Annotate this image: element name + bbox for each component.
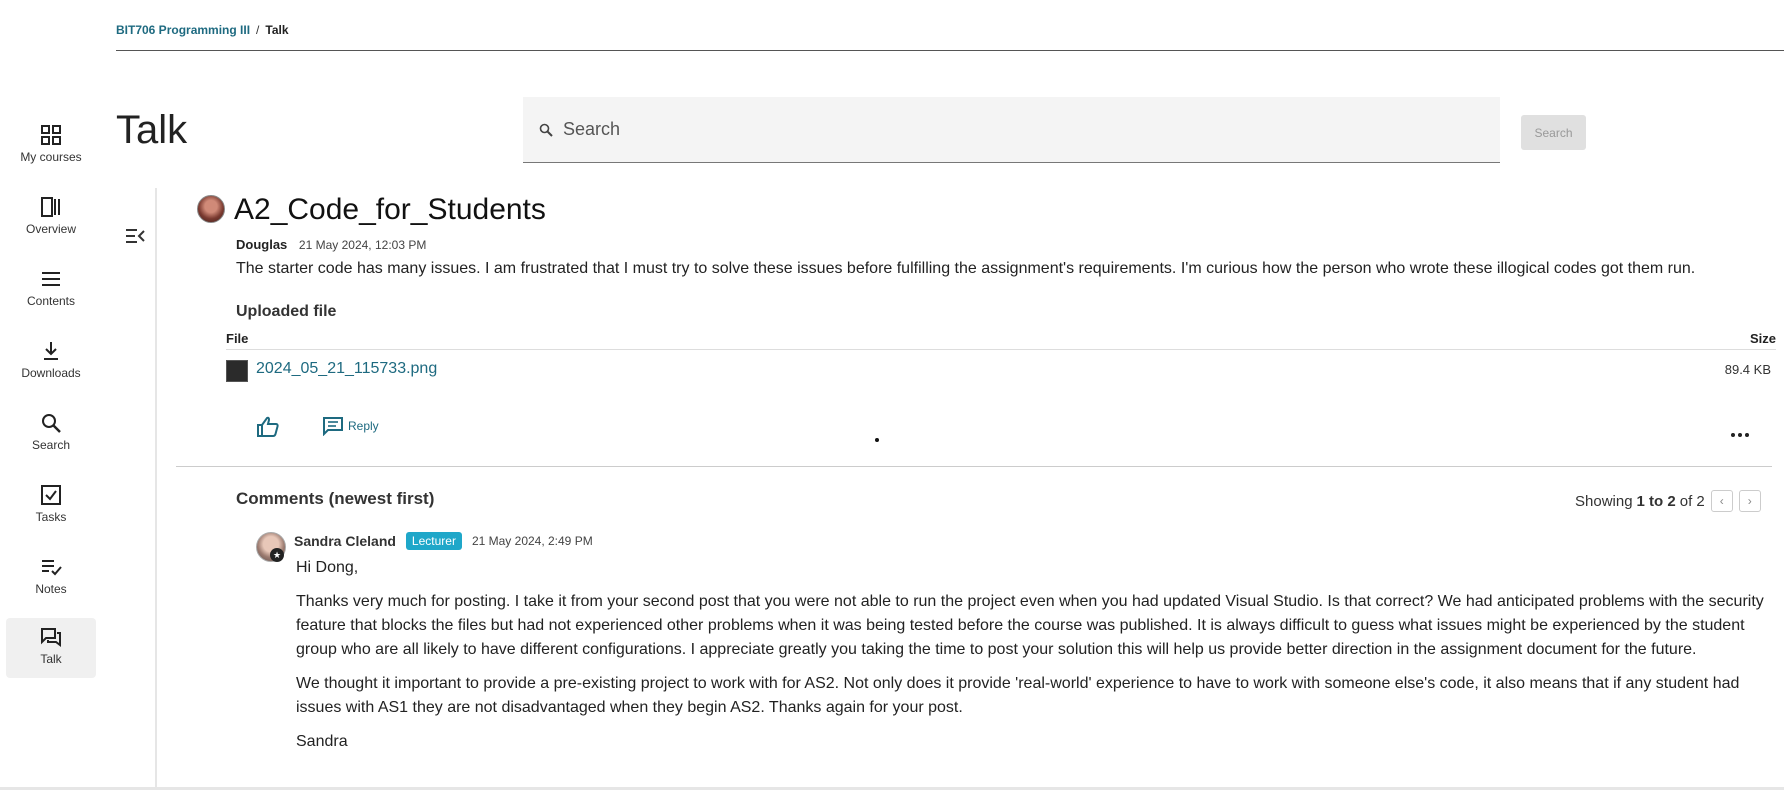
- breadcrumb-course-link[interactable]: BIT706 Programming III: [116, 23, 250, 37]
- overview-icon: [41, 197, 60, 217]
- search-icon: [42, 414, 61, 433]
- panel-toggle-icon[interactable]: [125, 228, 145, 249]
- comment-paragraph: Hi Dong,: [296, 559, 359, 576]
- breadcrumb-separator: /: [256, 23, 260, 37]
- file-link[interactable]: 2024_05_21_115733.png: [256, 360, 437, 378]
- chat-icon: [41, 628, 61, 647]
- file-column-header: File: [226, 331, 249, 346]
- paging-prefix: Showing: [1575, 492, 1633, 510]
- uploaded-file-heading: Uploaded file: [236, 303, 337, 320]
- paging-suffix: of 2: [1679, 492, 1705, 510]
- comment-meta: Sandra Cleland Lecturer 21 May 2024, 2:4…: [294, 532, 593, 550]
- next-page-button[interactable]: ›: [1738, 490, 1761, 512]
- notes-icon: [42, 560, 62, 576]
- paging-range: 1 to 2: [1636, 492, 1676, 510]
- sidebar-item-label: My courses: [20, 150, 82, 164]
- post-body: The starter code has many issues. I am f…: [236, 260, 1696, 277]
- sidebar-item-label: Downloads: [21, 366, 81, 380]
- like-button[interactable]: [256, 415, 280, 444]
- avatar: [197, 195, 225, 223]
- header-divider: [116, 50, 1784, 51]
- sidebar-item-talk[interactable]: Talk: [6, 618, 96, 678]
- file-table-header: File Size: [226, 331, 1776, 350]
- prev-page-button[interactable]: ‹: [1710, 490, 1733, 512]
- search-button[interactable]: Search: [1521, 115, 1586, 150]
- comment-paragraph: Sandra: [296, 733, 348, 750]
- sidebar-item-label: Talk: [40, 652, 62, 666]
- sidebar-item-search[interactable]: Search: [6, 404, 96, 464]
- comments-pagination: Showing 1 to 2 of 2 ‹ ›: [1575, 490, 1761, 512]
- sidebar-item-label: Notes: [35, 582, 67, 596]
- comment-paragraph: We thought it important to provide a pre…: [296, 675, 1740, 716]
- sidebar-item-my-courses[interactable]: My courses: [6, 116, 96, 176]
- comment-body: Hi Dong, Thanks very much for posting. I…: [296, 556, 1766, 764]
- sidebar-item-label: Tasks: [35, 510, 67, 524]
- post-divider: [176, 466, 1772, 467]
- sidebar-item-label: Search: [31, 438, 71, 452]
- comments-heading: Comments (newest first): [236, 489, 435, 508]
- more-options-icon[interactable]: [1730, 425, 1750, 443]
- size-column-header: Size: [1749, 331, 1776, 346]
- sidebar-item-overview[interactable]: Overview: [6, 188, 96, 248]
- file-thumbnail: [226, 360, 248, 382]
- checkbox-icon: [41, 485, 61, 505]
- star-icon: ★: [270, 548, 284, 562]
- file-size: 89.4 KB: [1724, 362, 1771, 377]
- comment-icon: [323, 417, 343, 436]
- reply-button[interactable]: Reply: [322, 416, 379, 436]
- cursor-dot: [875, 438, 879, 442]
- comment-timestamp: 21 May 2024, 2:49 PM: [471, 534, 593, 548]
- search-icon: [539, 123, 553, 137]
- search-box: [523, 97, 1500, 163]
- post-timestamp: 21 May 2024, 12:03 PM: [298, 238, 427, 252]
- post-author: Douglas: [236, 237, 288, 252]
- breadcrumb: BIT706 Programming III / Talk: [116, 23, 289, 37]
- comment-paragraph: Thanks very much for posting. I take it …: [296, 593, 1764, 658]
- sidebar-item-notes[interactable]: Notes: [6, 548, 96, 608]
- page-title: Talk: [116, 108, 188, 152]
- sidebar-item-downloads[interactable]: Downloads: [6, 332, 96, 392]
- thumbs-up-icon: [257, 416, 279, 437]
- file-row: 2024_05_21_115733.png 89.4 KB: [226, 358, 1771, 382]
- post-title: A2_Code_for_Students: [234, 193, 546, 226]
- download-icon: [44, 342, 58, 360]
- sidebar-item-label: Overview: [25, 222, 76, 236]
- sidebar-item-tasks[interactable]: Tasks: [6, 476, 96, 536]
- search-input[interactable]: [561, 118, 1465, 141]
- list-icon: [42, 272, 60, 286]
- reply-label: Reply: [348, 419, 379, 433]
- post-meta: Douglas 21 May 2024, 12:03 PM: [236, 237, 426, 252]
- sidebar-nav: My courses Overview Contents Downloads S…: [0, 0, 100, 790]
- grid-icon: [41, 125, 61, 145]
- comment-author: Sandra Cleland: [294, 533, 396, 549]
- sidebar-item-label: Contents: [26, 294, 76, 308]
- panel-divider: [155, 188, 157, 790]
- sidebar-item-contents[interactable]: Contents: [6, 260, 96, 320]
- breadcrumb-current: Talk: [265, 23, 289, 37]
- role-badge: Lecturer: [405, 532, 462, 550]
